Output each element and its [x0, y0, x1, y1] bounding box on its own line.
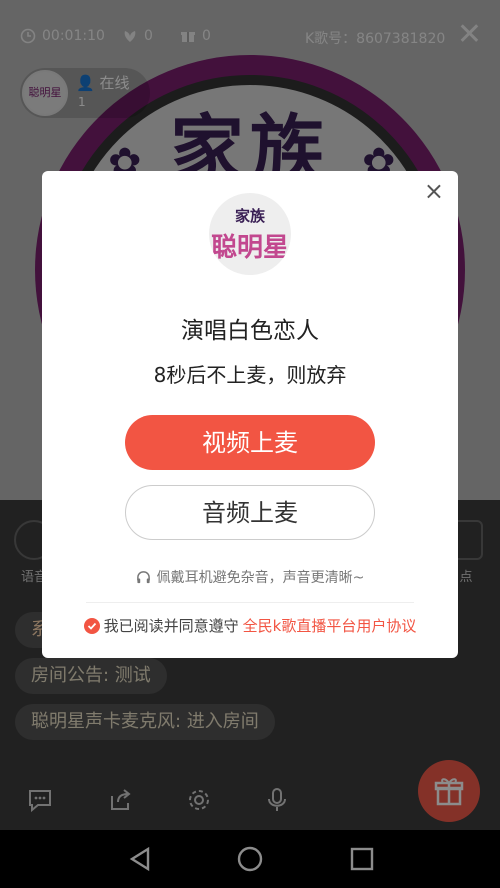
screen: 家族 ✿ ✿ 00:01:10 0 0 K歌号：8607381820 ✕ 聪明星…	[0, 0, 500, 888]
headphones-icon	[136, 570, 150, 583]
avatar-name: 聪明星	[210, 233, 289, 263]
headphone-tip: 佩戴耳机避免杂音，声音更清晰~	[42, 567, 458, 589]
countdown-text: 8秒后不上麦，则放弃	[153, 363, 347, 387]
user-agreement-link[interactable]: 全民k歌直播平台用户协议	[243, 615, 417, 636]
agreement: 我已阅读并同意遵守 全民k歌直播平台用户协议	[42, 615, 458, 636]
agree-checkbox[interactable]	[83, 617, 100, 634]
divider	[86, 602, 414, 603]
mic-join-dialog: × 家族 聪明星 演唱白色恋人 8秒后不上麦，则放弃 视频上麦 音频上麦 佩戴耳…	[42, 171, 458, 658]
audio-mic-button[interactable]: 音频上麦	[125, 485, 375, 540]
check-icon	[87, 622, 96, 630]
song-title: 演唱白色恋人	[181, 318, 319, 344]
avatar-title: 家族	[234, 207, 265, 225]
dialog-close-icon[interactable]: ×	[424, 177, 444, 205]
video-mic-button[interactable]: 视频上麦	[125, 415, 375, 470]
agree-text: 我已阅读并同意遵守	[103, 617, 239, 635]
tip-text: 佩戴耳机避免杂音，声音更清晰~	[156, 570, 365, 586]
dialog-avatar: 家族 聪明星	[209, 193, 291, 275]
